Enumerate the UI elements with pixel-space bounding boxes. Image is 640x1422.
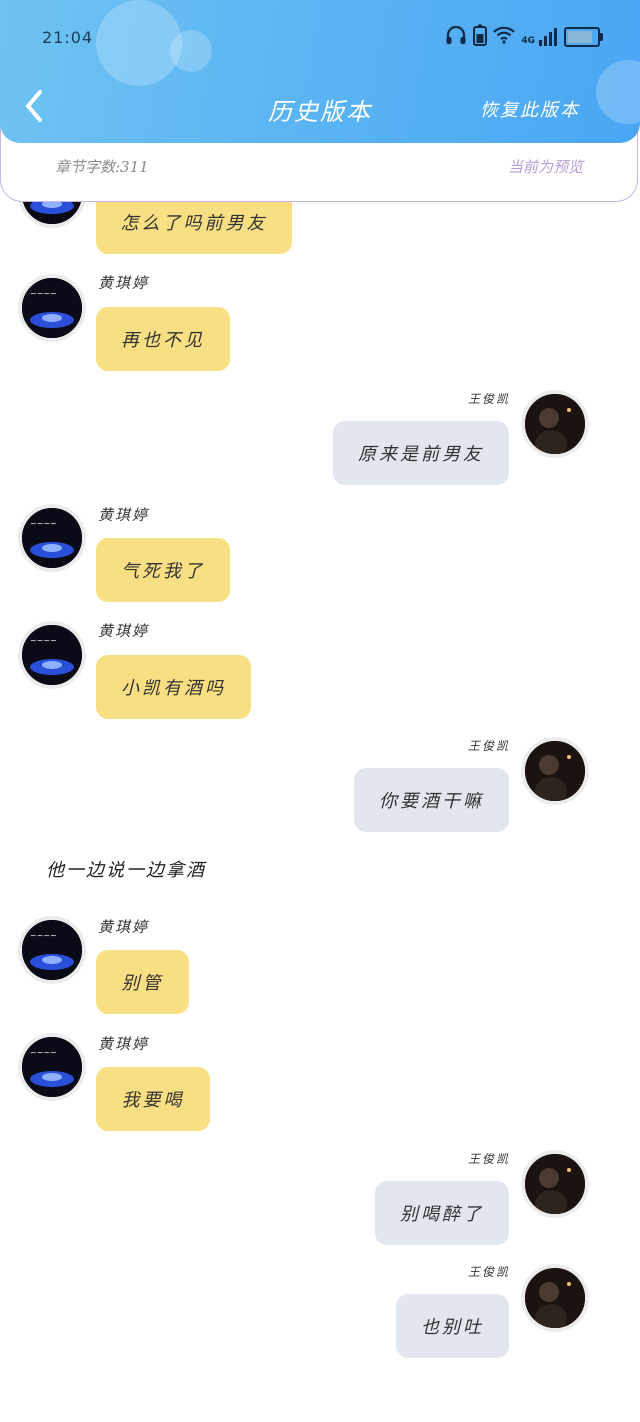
decorative-bubble xyxy=(96,0,182,86)
phone-battery-icon xyxy=(473,24,488,49)
message-bubble[interactable]: 再也不见 xyxy=(96,307,230,371)
sender-name: 黄琪婷 xyxy=(98,1035,150,1053)
sender-name: 黄琪婷 xyxy=(98,918,150,936)
svg-text:~~~~: ~~~~ xyxy=(30,636,57,645)
sender-name: 黄琪婷 xyxy=(98,274,150,292)
narration-text: 他一边说一边拿酒 xyxy=(46,860,206,881)
svg-text:~~~~: ~~~~ xyxy=(30,931,57,940)
sender-name: 王俊凯 xyxy=(467,392,510,406)
headphones-icon xyxy=(445,25,467,48)
avatar[interactable]: ~~~~ xyxy=(18,621,86,689)
message-bubble[interactable]: 原来是前男友 xyxy=(333,421,509,485)
signal-label: 4G xyxy=(521,35,535,46)
sender-name: 黄琪婷 xyxy=(98,622,150,640)
wifi-icon xyxy=(493,26,516,47)
svg-text:~~~~: ~~~~ xyxy=(30,519,57,528)
restore-version-button[interactable]: 恢复此版本 xyxy=(480,96,580,122)
message-bubble[interactable]: 小凯有酒吗 xyxy=(96,655,251,719)
status-icons: 4G xyxy=(445,24,603,49)
avatar[interactable]: ~~~~ xyxy=(18,1033,86,1101)
svg-text:~~~~: ~~~~ xyxy=(30,1048,57,1057)
signal-icon: 4G xyxy=(521,27,558,46)
preview-label: 当前为预览 xyxy=(507,158,583,176)
message-bubble[interactable]: 别喝醉了 xyxy=(375,1181,509,1245)
sender-name: 王俊凯 xyxy=(467,1152,510,1166)
sender-name: 王俊凯 xyxy=(467,1265,510,1279)
avatar[interactable] xyxy=(521,390,589,458)
header: 21:04 4G 历史版本 恢复此版本 xyxy=(0,0,640,143)
sender-name: 黄琪婷 xyxy=(98,506,150,524)
svg-text:~~~~: ~~~~ xyxy=(30,289,57,298)
avatar[interactable] xyxy=(521,1150,589,1218)
message-bubble[interactable]: 我要喝 xyxy=(96,1067,210,1131)
word-count: 章节字数:311 xyxy=(55,158,149,176)
message-bubble[interactable]: 也别吐 xyxy=(396,1294,509,1358)
status-time: 21:04 xyxy=(42,28,94,47)
avatar[interactable]: ~~~~ xyxy=(18,504,86,572)
sender-name: 王俊凯 xyxy=(467,739,510,753)
decorative-bubble xyxy=(170,30,212,72)
message-bubble[interactable]: 气死我了 xyxy=(96,538,230,602)
message-bubble[interactable]: 别管 xyxy=(96,950,189,1014)
battery-icon xyxy=(564,26,603,47)
avatar[interactable] xyxy=(521,737,589,805)
avatar[interactable]: ~~~~ xyxy=(18,274,86,342)
avatar[interactable]: ~~~~ xyxy=(18,916,86,984)
message-bubble[interactable]: 你要酒干嘛 xyxy=(354,768,509,832)
avatar[interactable] xyxy=(521,1264,589,1332)
